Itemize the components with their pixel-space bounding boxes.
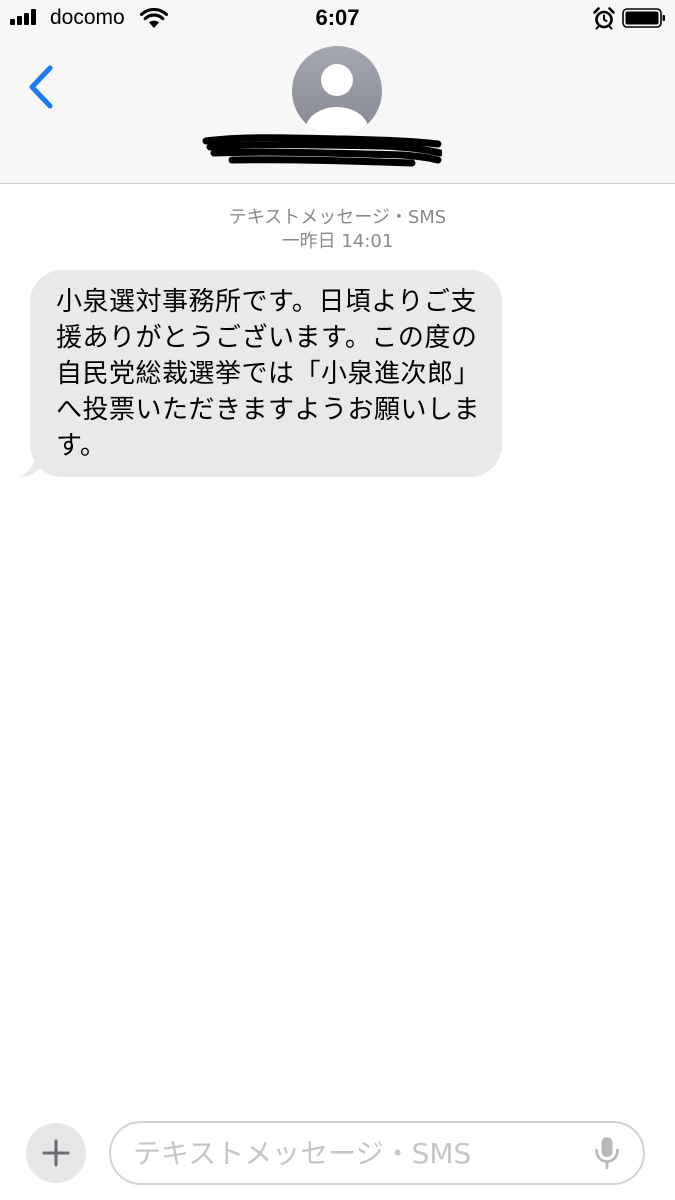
message-timestamp: 一昨日 14:01 [281, 231, 394, 252]
status-bar: docomo 6:07 [0, 0, 675, 36]
battery-full-icon [622, 8, 665, 28]
message-input[interactable] [109, 1121, 645, 1185]
microphone-icon[interactable] [592, 1135, 622, 1171]
alarm-clock-icon [593, 7, 615, 30]
navigation-header: docomo 6:07 [0, 0, 675, 184]
back-button[interactable] [22, 62, 62, 112]
status-time: 6:07 [315, 5, 360, 30]
plus-icon [42, 1139, 70, 1167]
add-attachment-button[interactable] [26, 1123, 86, 1183]
message-service-label: テキストメッセージ・SMS [228, 207, 447, 228]
incoming-message-bubble[interactable]: 小泉選対事務所です。日頃よりご支援ありがとうございます。この度の自民党総裁選挙で… [30, 270, 502, 477]
contact-avatar[interactable] [291, 45, 383, 137]
contact-name-redacted[interactable] [202, 133, 442, 169]
